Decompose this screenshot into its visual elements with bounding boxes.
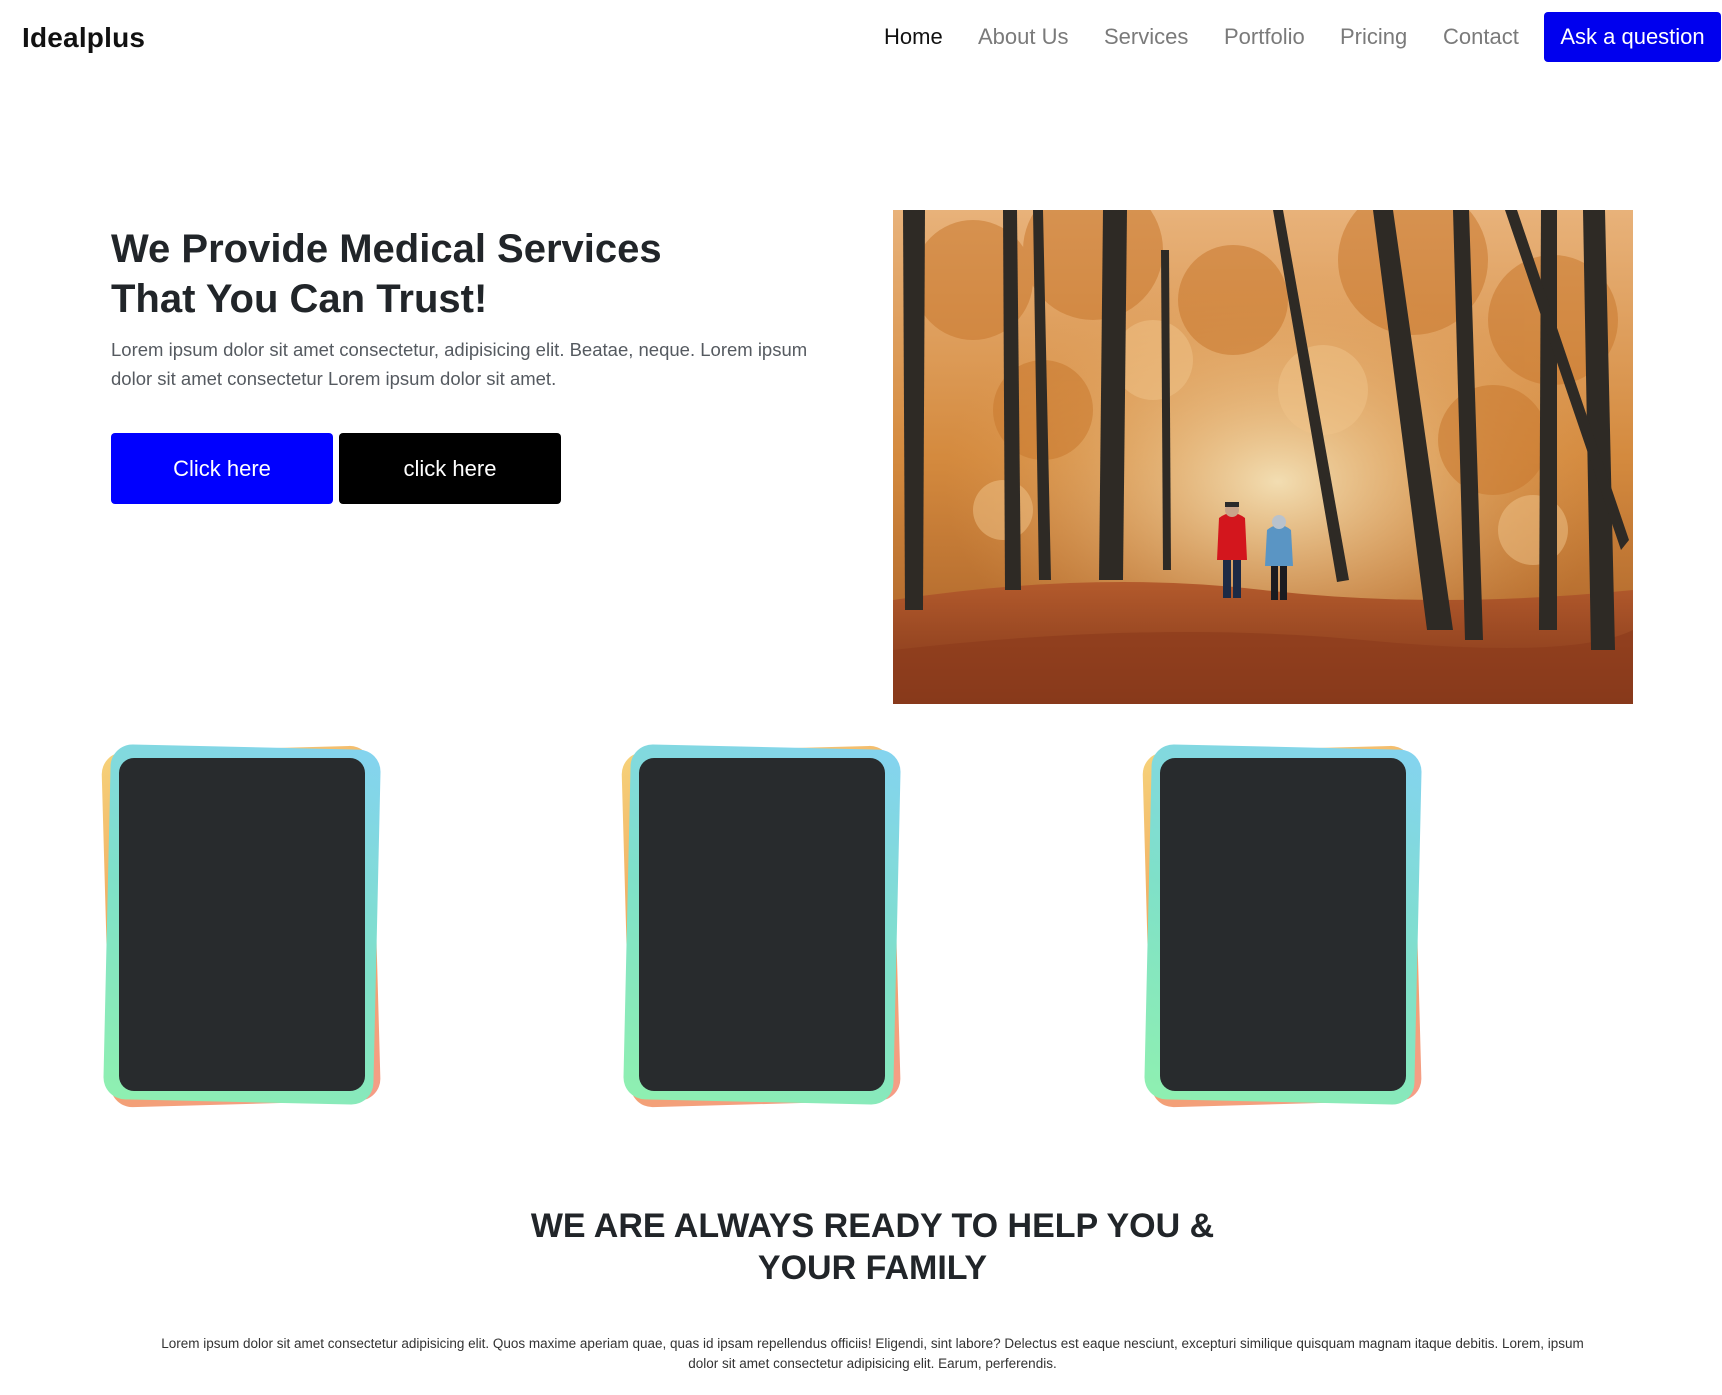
card-body	[119, 758, 365, 1091]
navbar: Idealplus Home About Us Services Portfol…	[0, 0, 1722, 76]
click-here-primary-button[interactable]: Click here	[111, 433, 333, 504]
card-body	[639, 758, 885, 1091]
hero-title: We Provide Medical Services That You Can…	[111, 224, 811, 324]
hero-description: Lorem ipsum dolor sit amet consectetur, …	[111, 339, 808, 389]
click-here-secondary-button[interactable]: click here	[339, 433, 561, 504]
nav-link-services[interactable]: Services	[1104, 24, 1188, 50]
ask-question-button[interactable]: Ask a question	[1544, 12, 1721, 62]
feature-card[interactable]	[101, 743, 381, 1108]
nav-link-home[interactable]: Home	[884, 24, 943, 50]
section-title-line-1: WE ARE ALWAYS READY TO HELP YOU &	[530, 1207, 1215, 1245]
nav-link-contact[interactable]: Contact	[1443, 24, 1519, 50]
section-title: WE ARE ALWAYS READY TO HELP YOU & YOUR F…	[0, 1205, 1722, 1289]
card-body	[1160, 758, 1406, 1091]
feature-card[interactable]	[1142, 743, 1422, 1108]
section-description: Lorem ipsum dolor sit amet consectetur a…	[161, 1336, 1584, 1371]
hero-title-line-1: We Provide Medical Services	[111, 227, 662, 271]
nav-link-pricing[interactable]: Pricing	[1340, 24, 1407, 50]
hero-title-line-2: That You Can Trust!	[111, 277, 488, 321]
nav-link-portfolio[interactable]: Portfolio	[1224, 24, 1305, 50]
hero-image	[893, 210, 1633, 704]
section-title-line-2: YOUR FAMILY	[757, 1249, 988, 1287]
nav-link-about-us[interactable]: About Us	[978, 24, 1069, 50]
feature-card[interactable]	[621, 743, 901, 1108]
brand-logo[interactable]: Idealplus	[22, 22, 145, 54]
